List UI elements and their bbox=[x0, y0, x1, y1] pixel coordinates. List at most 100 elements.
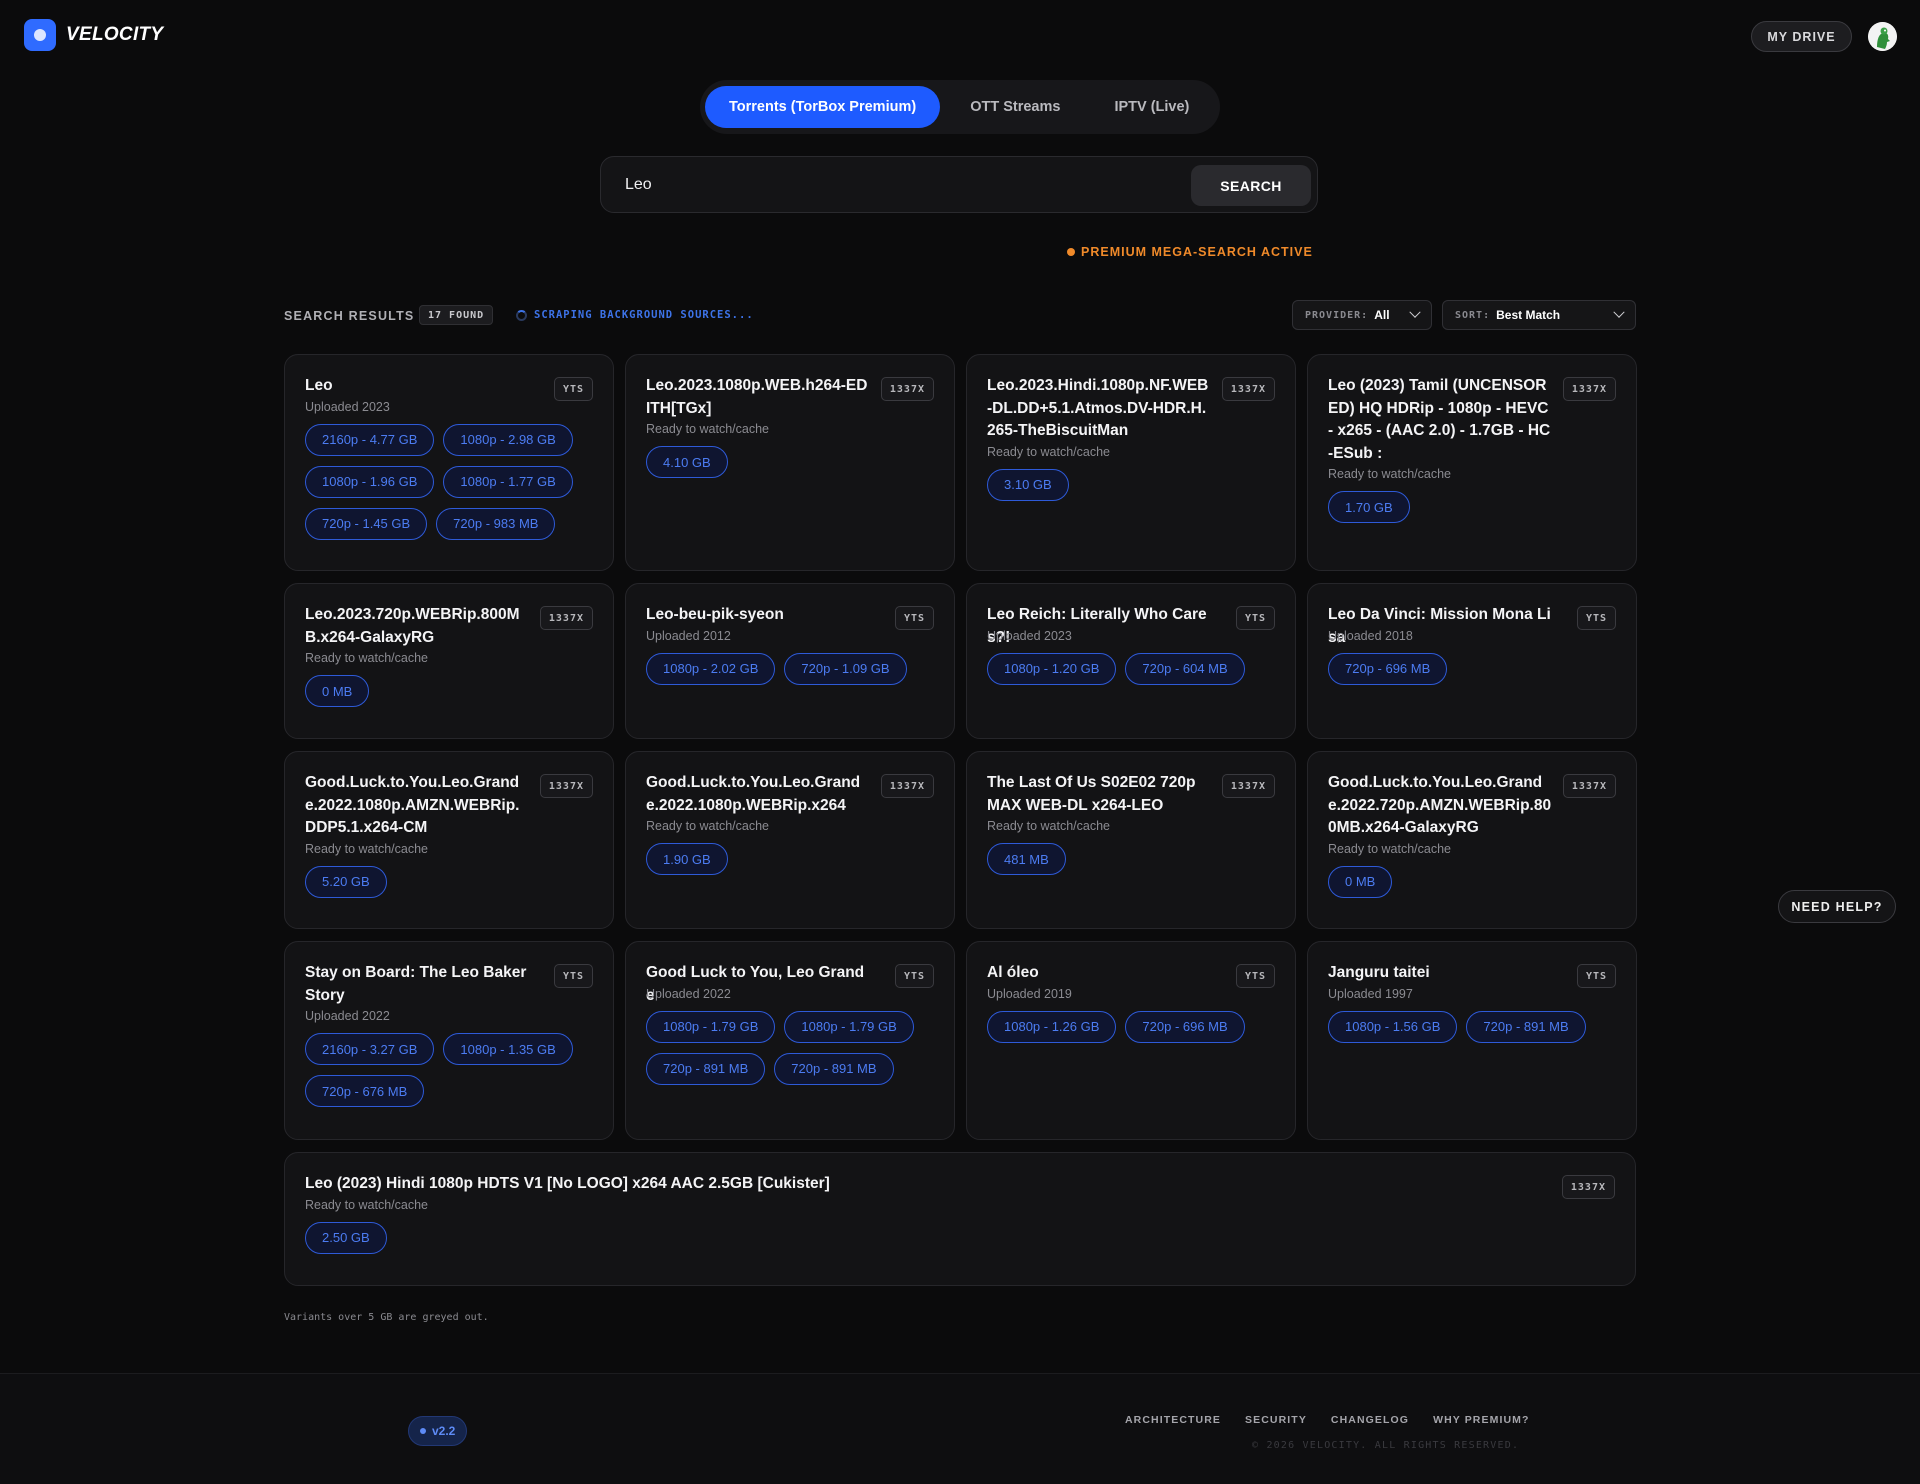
card-subtitle: Ready to watch/cache bbox=[305, 841, 428, 856]
footer-link-architecture[interactable]: ARCHITECTURE bbox=[1125, 1414, 1221, 1426]
variant-pill[interactable]: 1080p - 1.96 GB bbox=[305, 465, 435, 498]
card-title: Al óleo bbox=[987, 964, 1039, 981]
variant-list: 2160p - 3.27 GB 1080p - 1.35 GB 720p - 676… bbox=[305, 1033, 605, 1107]
search-button[interactable]: SEARCH bbox=[1191, 165, 1311, 206]
velocity-logo-icon bbox=[24, 19, 56, 51]
variant-list: 1080p - 2.02 GB 720p - 1.09 GB bbox=[646, 652, 946, 685]
provider-label: PROVIDER: bbox=[1305, 309, 1369, 321]
variant-list: 1080p - 1.79 GB 1080p - 1.79 GB 720p - 891… bbox=[646, 1010, 946, 1085]
result-card[interactable]: Leo.2023.720p.WEBRip.800MB.x264-GalaxyRG… bbox=[284, 583, 614, 739]
result-card[interactable]: Good.Luck.to.You.Leo.Grande.2022.1080p.A… bbox=[284, 751, 614, 929]
source-badge: 1337X bbox=[539, 606, 593, 630]
source-badge: YTS bbox=[1235, 606, 1275, 630]
variant-pill[interactable]: 2160p - 4.77 GB bbox=[305, 423, 435, 456]
variant-pill[interactable]: 5.20 GB bbox=[305, 865, 387, 898]
mode-tab[interactable]: Torrents (TorBox Premium) bbox=[705, 86, 941, 128]
variant-pill[interactable]: 1080p - 1.79 GB bbox=[646, 1010, 776, 1043]
card-title: Good.Luck.to.You.Leo.Grande.2022.720p.AM… bbox=[1328, 774, 1552, 836]
version-badge: v2.2 bbox=[408, 1416, 468, 1446]
variant-pill[interactable]: 1.90 GB bbox=[646, 843, 728, 875]
result-card[interactable]: Good Luck to You, Leo Grande Uploaded 202… bbox=[625, 941, 955, 1140]
result-card[interactable]: Leo.2023.Hindi.1080p.NF.WEB-DL.DD+5.1.At… bbox=[966, 354, 1296, 571]
app-logo[interactable]: VELOCITY bbox=[24, 19, 163, 51]
user-avatar-icon[interactable] bbox=[1868, 22, 1897, 51]
result-card[interactable]: Leo Uploaded 2023 YTS 2160p - 4.77 GB 1080p … bbox=[284, 354, 614, 571]
mode-tabs: Torrents (TorBox Premium) OTT Streams IPTV… bbox=[700, 80, 1220, 134]
sort-label: SORT: bbox=[1455, 309, 1491, 321]
variant-pill[interactable]: 2160p - 3.27 GB bbox=[305, 1033, 435, 1065]
scraping-status: SCRAPING BACKGROUND SOURCES... bbox=[516, 309, 754, 321]
variant-pill[interactable]: 3.10 GB bbox=[987, 468, 1069, 501]
result-card[interactable]: Janguru taitei Uploaded 1997 YTS 1080p - 1.… bbox=[1307, 941, 1637, 1140]
search-input[interactable] bbox=[625, 173, 1165, 197]
variant-pill[interactable]: 720p - 676 MB bbox=[305, 1075, 425, 1107]
result-card[interactable]: Stay on Board: The Leo Baker Story Upload… bbox=[284, 941, 614, 1140]
footer-link-security[interactable]: SECURITY bbox=[1245, 1414, 1307, 1426]
result-card[interactable]: Good.Luck.to.You.Leo.Grande.2022.720p.AM… bbox=[1307, 751, 1637, 929]
result-card[interactable]: Leo-beu-pik-syeon Uploaded 2012 YTS 1080p -… bbox=[625, 583, 955, 739]
mode-tab[interactable]: IPTV (Live) bbox=[1090, 86, 1213, 128]
variant-pill[interactable]: 481 MB bbox=[987, 843, 1066, 875]
variant-pill[interactable]: 1080p - 1.56 GB bbox=[1328, 1010, 1458, 1043]
footer-link-why-premium[interactable]: WHY PREMIUM? bbox=[1433, 1414, 1529, 1426]
variant-pill[interactable]: 720p - 891 MB bbox=[646, 1052, 766, 1085]
variant-pill[interactable]: 1.70 GB bbox=[1328, 491, 1410, 523]
need-help-button[interactable]: NEED HELP? bbox=[1778, 890, 1896, 923]
version-label: v2.2 bbox=[432, 1424, 456, 1438]
card-subtitle: Ready to watch/cache bbox=[646, 422, 769, 436]
variant-list: 720p - 696 MB bbox=[1328, 652, 1628, 685]
variant-pill[interactable]: 2.50 GB bbox=[305, 1221, 387, 1254]
variant-list: 1080p - 1.26 GB 720p - 696 MB bbox=[987, 1010, 1287, 1043]
variant-pill[interactable]: 4.10 GB bbox=[646, 446, 728, 478]
copyright: © 2026 VELOCITY. ALL RIGHTS RESERVED. bbox=[1252, 1440, 1520, 1451]
variant-pill[interactable]: 1080p - 2.02 GB bbox=[646, 652, 776, 685]
card-subtitle: Uploaded 2018 bbox=[1328, 628, 1413, 643]
result-card[interactable]: The Last Of Us S02E02 720p MAX WEB-DL x2… bbox=[966, 751, 1296, 929]
variant-pill[interactable]: 1080p - 1.79 GB bbox=[784, 1010, 914, 1043]
source-badge: 1337X bbox=[1562, 377, 1616, 401]
variant-pill[interactable]: 0 MB bbox=[1328, 865, 1393, 898]
result-card[interactable]: Good.Luck.to.You.Leo.Grande.2022.1080p.W… bbox=[625, 751, 955, 929]
provider-dropdown[interactable]: PROVIDER: All bbox=[1292, 300, 1432, 330]
variant-pill[interactable]: 1080p - 2.98 GB bbox=[443, 423, 573, 456]
sort-dropdown[interactable]: SORT: Best Match bbox=[1442, 300, 1636, 330]
card-title: The Last Of Us S02E02 720p MAX WEB-DL x2… bbox=[987, 774, 1196, 814]
variant-pill[interactable]: 720p - 604 MB bbox=[1125, 652, 1245, 685]
source-badge: YTS bbox=[553, 377, 593, 401]
card-subtitle: Ready to watch/cache bbox=[987, 819, 1110, 833]
variant-pill[interactable]: 1080p - 1.35 GB bbox=[443, 1033, 573, 1065]
mode-tab[interactable]: OTT Streams bbox=[946, 86, 1084, 128]
source-badge: 1337X bbox=[1562, 774, 1616, 798]
variant-pill[interactable]: 720p - 891 MB bbox=[774, 1052, 894, 1085]
result-card[interactable]: Leo (2023) Hindi 1080p HDTS V1 [No LOGO]… bbox=[284, 1152, 1636, 1286]
status-dot-icon bbox=[1067, 248, 1075, 256]
variant-pill[interactable]: 1080p - 1.77 GB bbox=[443, 465, 573, 498]
chevron-down-icon bbox=[1613, 306, 1625, 318]
result-card[interactable]: Leo Reich: Literally Who Cares?! Uploaded… bbox=[966, 583, 1296, 739]
variant-pill[interactable]: 720p - 1.45 GB bbox=[305, 507, 428, 540]
result-card[interactable]: Al óleo Uploaded 2019 YTS 1080p - 1.26 GB 72… bbox=[966, 941, 1296, 1140]
result-card[interactable]: Leo.2023.1080p.WEB.h264-EDITH[TGx] Ready … bbox=[625, 354, 955, 571]
card-subtitle: Uploaded 1997 bbox=[1328, 986, 1413, 1001]
card-subtitle: Ready to watch/cache bbox=[305, 1197, 428, 1212]
source-badge: YTS bbox=[553, 964, 593, 988]
variant-pill[interactable]: 720p - 696 MB bbox=[1125, 1010, 1245, 1043]
variant-pill[interactable]: 1080p - 1.26 GB bbox=[987, 1010, 1117, 1043]
variant-pill[interactable]: 0 MB bbox=[305, 675, 370, 707]
variant-pill[interactable]: 720p - 696 MB bbox=[1328, 652, 1448, 685]
sort-value: Best Match bbox=[1496, 308, 1561, 322]
card-title: Leo.2023.720p.WEBRip.800MB.x264-GalaxyRG bbox=[305, 606, 520, 646]
variant-pill[interactable]: 720p - 1.09 GB bbox=[784, 652, 907, 685]
result-card[interactable]: Leo Da Vinci: Mission Mona Lisa Uploaded … bbox=[1307, 583, 1637, 739]
variant-pill[interactable]: 720p - 891 MB bbox=[1466, 1010, 1586, 1043]
footer-link-changelog[interactable]: CHANGELOG bbox=[1331, 1414, 1409, 1426]
variant-pill[interactable]: 1080p - 1.20 GB bbox=[987, 652, 1117, 685]
card-subtitle: Ready to watch/cache bbox=[305, 651, 428, 665]
card-subtitle: Ready to watch/cache bbox=[1328, 841, 1451, 856]
variant-list: 0 MB bbox=[1328, 865, 1628, 898]
variant-pill[interactable]: 720p - 983 MB bbox=[436, 507, 556, 540]
my-drive-button[interactable]: MY DRIVE bbox=[1751, 21, 1852, 52]
card-subtitle: Uploaded 2019 bbox=[987, 986, 1072, 1001]
result-card[interactable]: Leo (2023) Tamil (UNCENSORED) HQ HDRip -… bbox=[1307, 354, 1637, 571]
card-subtitle: Uploaded 2022 bbox=[305, 1009, 390, 1023]
